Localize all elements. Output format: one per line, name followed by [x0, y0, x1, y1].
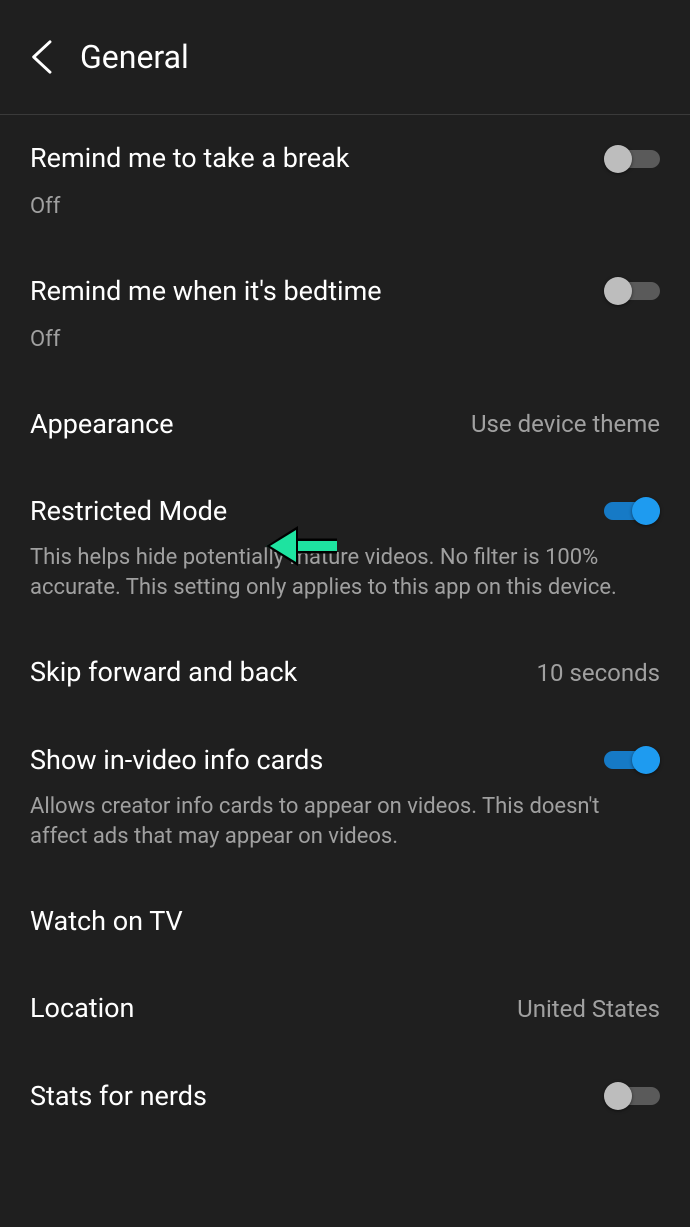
setting-subtitle: Off [30, 192, 660, 222]
setting-skip-amount[interactable]: Skip forward and back 10 seconds [0, 629, 690, 716]
setting-break-reminder[interactable]: Remind me to take a break Off [0, 115, 690, 248]
page-title: General [80, 38, 189, 76]
restricted-mode-toggle[interactable] [604, 497, 660, 525]
setting-value: United States [517, 995, 660, 1023]
setting-stats-nerds[interactable]: Stats for nerds [0, 1053, 690, 1140]
setting-description: Allows creator info cards to appear on v… [30, 792, 630, 853]
setting-value: 10 seconds [537, 659, 660, 687]
chevron-left-icon [29, 39, 57, 75]
app-header: General [0, 0, 690, 115]
setting-title: Stats for nerds [30, 1079, 207, 1114]
break-reminder-toggle[interactable] [604, 145, 660, 173]
setting-title: Watch on TV [30, 904, 183, 939]
setting-appearance[interactable]: Appearance Use device theme [0, 381, 690, 468]
setting-title: Location [30, 991, 134, 1026]
setting-bedtime-reminder[interactable]: Remind me when it's bedtime Off [0, 248, 690, 381]
setting-subtitle: Off [30, 325, 660, 355]
setting-watch-tv[interactable]: Watch on TV [0, 878, 690, 965]
setting-title: Skip forward and back [30, 655, 297, 690]
restricted-mode-title: Restricted Mode [30, 494, 227, 529]
settings-list: Remind me to take a break Off Remind me … [0, 115, 690, 1140]
setting-title: Remind me to take a break [30, 141, 349, 176]
setting-description: This helps hide potentially mature video… [30, 543, 630, 604]
setting-info-cards[interactable]: Show in-video info cards Allows creator … [0, 717, 690, 879]
setting-value: Use device theme [471, 410, 660, 438]
setting-location[interactable]: Location United States [0, 965, 690, 1052]
setting-restricted-mode[interactable]: Restricted Mode This helps hide potentia… [0, 468, 690, 630]
setting-title: Appearance [30, 407, 174, 442]
stats-nerds-toggle[interactable] [604, 1082, 660, 1110]
setting-title: Remind me when it's bedtime [30, 274, 382, 309]
setting-title: Show in-video info cards [30, 743, 323, 778]
back-button[interactable] [24, 38, 62, 76]
info-cards-toggle[interactable] [604, 746, 660, 774]
bedtime-reminder-toggle[interactable] [604, 277, 660, 305]
